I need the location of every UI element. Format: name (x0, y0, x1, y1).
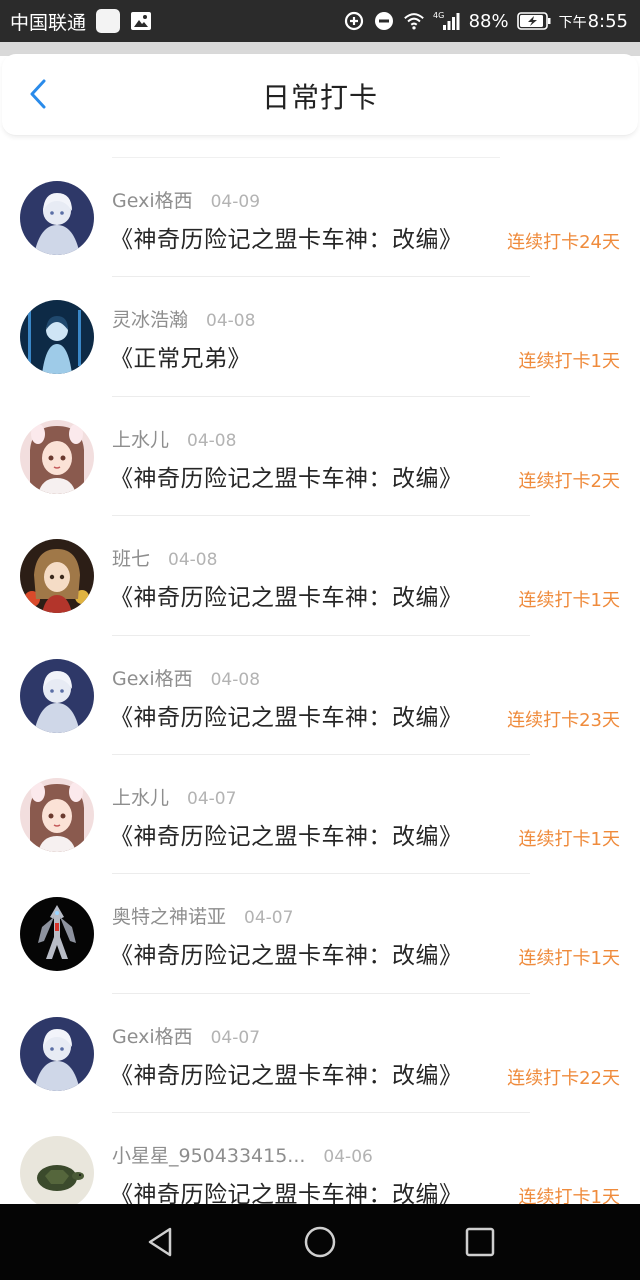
streak-label: 连续打卡1天 (518, 948, 620, 970)
book-title[interactable]: 《神奇历险记之盟卡车神：改编》 (110, 698, 463, 732)
checkin-date: 04-06 (323, 1147, 373, 1168)
checkin-date: 04-07 (187, 788, 237, 809)
avatar-shangshui-image (20, 777, 94, 852)
checkin-date: 04-07 (244, 908, 294, 929)
avatar-noa-image (20, 897, 94, 972)
streak-label: 连续打卡2天 (518, 470, 620, 492)
data-saver-icon (344, 11, 363, 31)
streak-label: 连续打卡1天 (518, 828, 620, 850)
user-avatar[interactable] (20, 300, 94, 375)
page-title: 日常打卡 (261, 81, 378, 114)
svg-text:4G: 4G (433, 11, 444, 20)
book-title[interactable]: 《神奇历险记之盟卡车神：改编》 (110, 578, 463, 612)
streak-label: 连续打卡24天 (507, 232, 620, 253)
streak-label: 连续打卡22天 (507, 1067, 620, 1089)
wifi-icon (403, 13, 424, 30)
checkin-list[interactable]: Gexi格西 04-09 《神奇历险记之盟卡车神：改编》 连续打卡24天 灵冰浩… (0, 158, 640, 1233)
username[interactable]: 班七 (112, 544, 150, 571)
book-title[interactable]: 《神奇历险记之盟卡车神：改编》 (110, 817, 463, 851)
avatar-banqi-image (20, 539, 94, 614)
avatar-gexi-image (20, 658, 94, 733)
user-avatar[interactable] (20, 419, 94, 494)
checkin-item[interactable]: Gexi格西 04-08 《神奇历险记之盟卡车神：改编》 连续打卡23天 (0, 636, 640, 755)
gallery-notification-icon (131, 12, 152, 30)
book-title[interactable]: 《神奇历险记之盟卡车神：改编》 (110, 220, 463, 254)
book-title[interactable]: 《神奇历险记之盟卡车神：改编》 (110, 1056, 463, 1090)
username[interactable]: 小星星_950433415... (112, 1141, 305, 1168)
clock-time: 8:55 (587, 10, 628, 32)
book-title[interactable]: 《神奇历险记之盟卡车神：改编》 (110, 459, 463, 493)
checkin-item[interactable]: Gexi格西 04-07 《神奇历险记之盟卡车神：改编》 连续打卡22天 (0, 994, 640, 1114)
avatar-gexi-image (20, 181, 94, 255)
checkin-item[interactable]: 灵冰浩瀚 04-08 《正常兄弟》 连续打卡1天 (0, 277, 640, 397)
username[interactable]: 奥特之神诺亚 (112, 902, 226, 929)
battery-percent: 88% (468, 10, 509, 32)
square-recent-icon[interactable] (462, 1224, 498, 1260)
page-header: 日常打卡 (2, 54, 638, 136)
avatar-turtle-image (20, 1136, 94, 1211)
system-nav-bar (0, 1204, 640, 1280)
book-title[interactable]: 《神奇历险记之盟卡车神：改编》 (110, 936, 463, 970)
username[interactable]: Gexi格西 (112, 186, 193, 213)
username[interactable]: 上水儿 (112, 425, 169, 452)
status-bar: 中国联通 4G 88% 下午8:55 (0, 0, 640, 42)
triangle-back-icon[interactable] (142, 1224, 178, 1260)
do-not-disturb-icon (374, 12, 393, 30)
checkin-item[interactable]: Gexi格西 04-09 《神奇历险记之盟卡车神：改编》 连续打卡24天 (0, 158, 640, 278)
avatar-shangshui-image (20, 419, 94, 494)
user-avatar[interactable] (20, 658, 94, 733)
checkin-item[interactable]: 奥特之神诺亚 04-07 《神奇历险记之盟卡车神：改编》 连续打卡1天 (0, 874, 640, 994)
user-avatar[interactable] (20, 539, 94, 614)
checkin-date: 04-08 (206, 311, 256, 332)
checkin-date: 04-08 (187, 430, 237, 451)
user-avatar[interactable] (20, 1016, 94, 1091)
carrier-name: 中国联通 (10, 11, 87, 34)
username[interactable]: Gexi格西 (112, 664, 193, 691)
streak-label: 连续打卡1天 (518, 590, 620, 612)
checkin-date: 04-08 (168, 550, 218, 571)
user-avatar[interactable] (20, 181, 94, 255)
avatar-gexi-image (20, 1016, 94, 1091)
checkin-item[interactable]: 上水儿 04-07 《神奇历险记之盟卡车神：改编》 连续打卡1天 (0, 755, 640, 875)
checkin-item[interactable]: 班七 04-08 《神奇历险记之盟卡车神：改编》 连续打卡1天 (0, 516, 640, 636)
battery-charging-icon (516, 12, 551, 30)
time-period: 下午 (558, 14, 587, 31)
circle-home-icon[interactable] (302, 1224, 338, 1260)
username[interactable]: Gexi格西 (112, 1022, 193, 1049)
book-title[interactable]: 《正常兄弟》 (110, 339, 251, 373)
user-avatar[interactable] (20, 897, 94, 972)
avatar-lingbing-image (20, 300, 94, 375)
checkin-date: 04-07 (210, 1027, 261, 1048)
user-avatar[interactable] (20, 777, 94, 852)
username[interactable]: 上水儿 (112, 783, 169, 810)
user-avatar[interactable] (20, 1136, 94, 1211)
checkin-date: 04-09 (210, 192, 261, 212)
username[interactable]: 灵冰浩瀚 (112, 305, 188, 332)
streak-label: 连续打卡23天 (507, 709, 620, 731)
checkin-item[interactable]: 上水儿 04-08 《神奇历险记之盟卡车神：改编》 连续打卡2天 (0, 397, 640, 517)
streak-label: 连续打卡1天 (518, 351, 620, 373)
checkin-date: 04-08 (210, 669, 261, 690)
signal-4g-icon: 4G (433, 11, 460, 30)
notification-app-icon (96, 9, 121, 33)
